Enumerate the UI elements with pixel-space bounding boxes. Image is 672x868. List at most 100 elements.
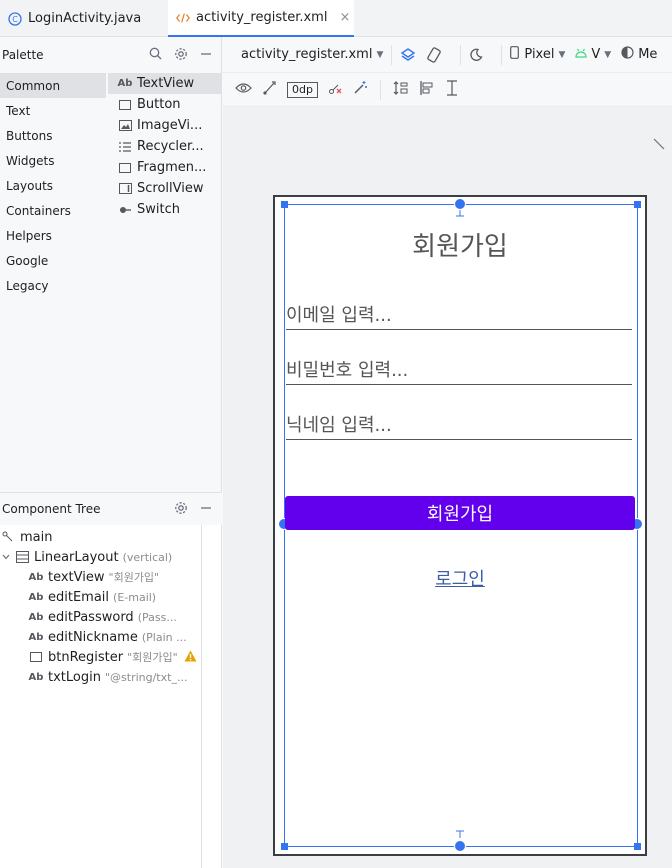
tree-row-txt-login[interactable]: Ab txtLogin "@string/txt_... (0, 667, 202, 687)
palette-category-helpers[interactable]: Helpers (0, 223, 106, 248)
preview-nickname-field[interactable]: 닉네임 입력... (286, 410, 632, 440)
tree-row-sublabel: "@string/txt_... (104, 670, 188, 684)
palette-item-label: Switch (137, 202, 180, 217)
constraint-anchor-bottom[interactable] (454, 840, 466, 852)
constraint-anchor-top[interactable] (454, 198, 466, 210)
tree-row-label: LinearLayout (34, 549, 119, 565)
tab-activity-register[interactable]: activity_register.xml × (168, 0, 354, 37)
layers-icon[interactable] (400, 47, 416, 63)
tree-row-main[interactable]: main (0, 527, 202, 547)
palette-item-label: Button (137, 97, 181, 112)
align-icon[interactable] (419, 80, 435, 100)
eye-icon[interactable] (235, 82, 252, 98)
gear-icon[interactable] (174, 47, 188, 64)
tree-row-label: txtLogin (48, 669, 101, 685)
layout-file-dropdown[interactable]: activity_register.xml ▼ (241, 47, 383, 62)
palette-item-button[interactable]: Button (108, 94, 222, 115)
image-icon (118, 120, 132, 132)
palette-category-common[interactable]: Common (0, 73, 106, 98)
tree-row-btn-register[interactable]: btnRegister "회원가입" (0, 647, 202, 667)
scroll-icon (118, 183, 132, 195)
palette-item-list: Ab TextView Button ImageVi... Recycler..… (108, 73, 222, 220)
default-margin-field[interactable]: 0dp (287, 81, 318, 98)
palette-category-text[interactable]: Text (0, 98, 106, 123)
warning-icon[interactable] (184, 650, 197, 665)
tab-login-activity[interactable]: C LoginActivity.java (0, 0, 152, 37)
palette-item-scrollview[interactable]: ScrollView (108, 178, 222, 199)
preview-login-link[interactable]: 로그인 (284, 565, 636, 591)
android-icon (575, 47, 588, 62)
palette-category-widgets[interactable]: Widgets (0, 148, 106, 173)
resize-handle[interactable] (634, 843, 641, 850)
component-tree-header: Component Tree (0, 493, 222, 525)
palette-item-label: ScrollView (137, 181, 204, 196)
minimize-icon[interactable] (200, 502, 212, 517)
tree-row-label: main (20, 529, 53, 545)
api-level-dropdown[interactable]: V ▼ (575, 47, 611, 62)
palette-category-legacy[interactable]: Legacy (0, 273, 106, 298)
component-tree-list: main LinearLayout (vertical) Ab textView… (0, 527, 202, 687)
theme-name: Me (638, 47, 658, 62)
close-icon[interactable]: × (339, 10, 350, 25)
tree-row-linearlayout[interactable]: LinearLayout (vertical) (0, 547, 202, 567)
toolbar-separator (501, 44, 503, 65)
resize-handle[interactable] (634, 201, 641, 208)
resize-handle[interactable] (281, 201, 288, 208)
palette-item-imageview[interactable]: ImageVi... (108, 115, 222, 136)
palette-item-label: ImageVi... (137, 118, 203, 133)
edittext-icon: Ab (28, 611, 44, 623)
design-toolbar: activity_register.xml ▼ Pixel ▼ V ▼ Me (223, 37, 672, 73)
minimize-icon[interactable] (200, 48, 212, 63)
phone-icon (510, 46, 520, 63)
palette-title: Palette (2, 48, 44, 62)
pack-icon[interactable] (393, 80, 409, 100)
preview-email-field[interactable]: 이메일 입력... (286, 300, 632, 330)
clear-constraints-icon[interactable] (328, 80, 343, 99)
tree-row-edit-nickname[interactable]: Ab editNickname (Plain ... (0, 627, 202, 647)
night-mode-icon[interactable] (469, 48, 483, 62)
palette-category-containers[interactable]: Containers (0, 198, 106, 223)
tree-divider (201, 525, 202, 868)
palette-item-label: Fragmen... (137, 160, 207, 175)
chevron-down-icon: ▼ (376, 49, 384, 60)
palette-category-buttons[interactable]: Buttons (0, 123, 106, 148)
gear-icon[interactable] (174, 501, 188, 518)
tree-row-textview[interactable]: Ab textView "회원가입" (0, 567, 202, 587)
search-icon[interactable] (149, 47, 162, 63)
preview-password-field[interactable]: 비밀번호 입력... (286, 355, 632, 385)
preview-register-button[interactable]: 회원가입 (285, 496, 635, 530)
tree-row-sublabel: "회원가입" (108, 571, 160, 584)
textview-icon: Ab (117, 78, 133, 89)
palette-category-layouts[interactable]: Layouts (0, 173, 106, 198)
toolbar-separator (391, 44, 393, 65)
preview-title[interactable]: 회원가입 (284, 226, 636, 263)
device-dropdown[interactable]: Pixel ▼ (510, 46, 565, 63)
palette-item-textview[interactable]: Ab TextView (108, 73, 222, 94)
resize-handle[interactable] (281, 843, 288, 850)
autoconnect-icon[interactable] (262, 80, 277, 99)
list-icon (118, 141, 132, 153)
baseline-marker (456, 830, 464, 838)
palette-panel: Palette Common Text Buttons Widgets Layo… (0, 37, 222, 492)
tree-row-label: textView (48, 569, 105, 585)
tree-row-edit-email[interactable]: Ab editEmail (E-mail) (0, 587, 202, 607)
orientation-icon[interactable] (426, 46, 442, 63)
resize-handle-icon[interactable] (652, 137, 666, 151)
constraint-toolbar: 0dp (223, 73, 672, 107)
button-icon (28, 652, 44, 662)
edittext-icon: Ab (28, 631, 44, 643)
constraint-icon (0, 531, 16, 543)
palette-item-label: Recycler... (137, 139, 204, 154)
guidelines-icon[interactable] (445, 79, 459, 100)
tree-row-edit-password[interactable]: Ab editPassword (Pass... (0, 607, 202, 627)
tree-row-label: editPassword (48, 609, 134, 625)
magic-wand-icon[interactable] (353, 80, 368, 99)
palette-item-recyclerview[interactable]: Recycler... (108, 136, 222, 157)
tree-row-sublabel: (Plain ... (141, 630, 187, 644)
palette-category-google[interactable]: Google (0, 248, 106, 273)
palette-item-fragment[interactable]: Fragmen... (108, 157, 222, 178)
layout-file-name: activity_register.xml (241, 47, 373, 62)
class-c-icon: C (8, 11, 22, 26)
palette-item-switch[interactable]: Switch (108, 199, 222, 220)
theme-dropdown[interactable]: Me (621, 46, 657, 63)
